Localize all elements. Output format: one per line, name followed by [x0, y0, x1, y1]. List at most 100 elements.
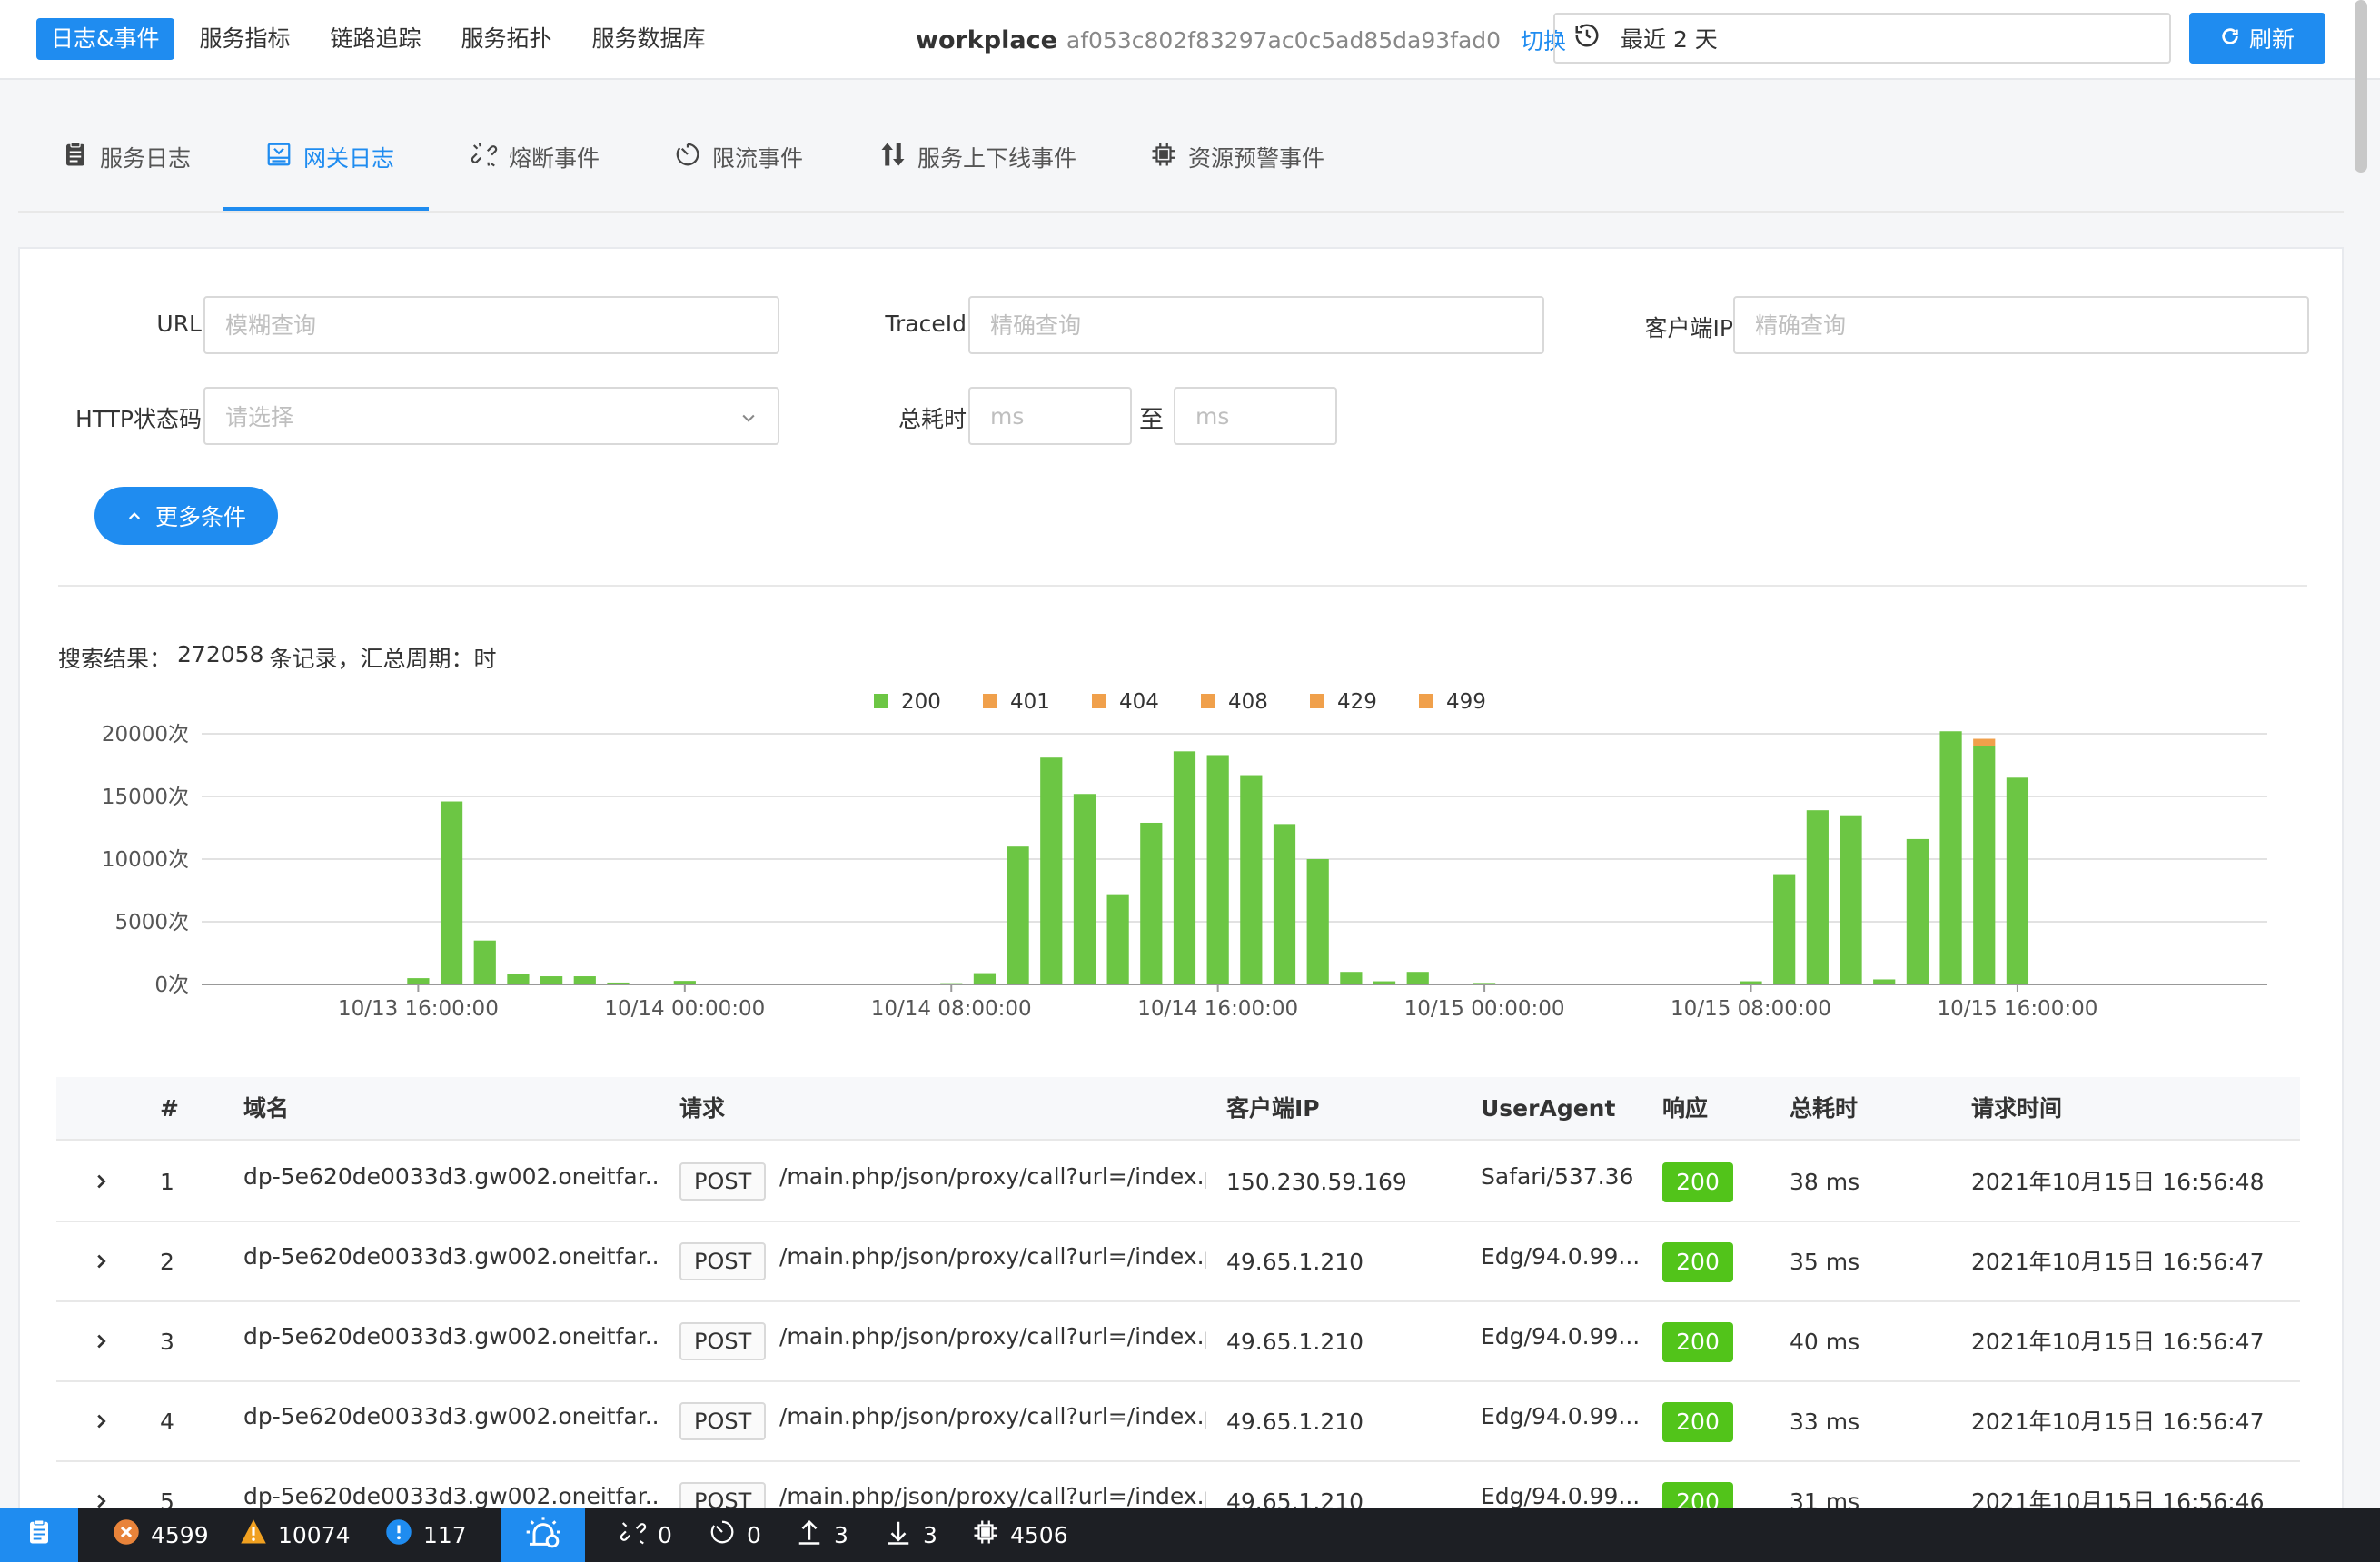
legend-swatch-401: [983, 694, 997, 708]
client-ip-input[interactable]: [1733, 296, 2309, 354]
bar-200: [573, 976, 596, 984]
http-status-placeholder: 请选择: [225, 404, 294, 430]
http-status-select[interactable]: 请选择: [203, 387, 779, 445]
tab-service-online-offline-events-label: 服务上下线事件: [917, 145, 1077, 172]
bar-200: [607, 982, 630, 984]
table-row[interactable]: 3 dp-5e620de0033d3.gw002.oneitfar... POST /…: [56, 1302, 2300, 1382]
status-rate-limits[interactable]: 0: [709, 1508, 761, 1562]
status-infos[interactable]: 117: [385, 1508, 467, 1562]
duration-min-input[interactable]: [968, 387, 1132, 445]
time-range-picker[interactable]: 最近 2 天: [1553, 13, 2171, 64]
row-request-path[interactable]: /main.php/json/proxy/call?url=/index.p..…: [779, 1142, 1206, 1222]
row-request-path[interactable]: /main.php/json/proxy/call?url=/index.p..…: [779, 1222, 1206, 1302]
row-request-time: 2021年10月15日 16:56:47: [1971, 1249, 2265, 1275]
warning-icon: [240, 1518, 267, 1551]
row-status-badge: 200: [1662, 1402, 1733, 1442]
header-response: 响应: [1662, 1095, 1709, 1122]
refresh-button[interactable]: 刷新: [2189, 13, 2325, 64]
row-client-ip: 49.65.1.210: [1226, 1409, 1364, 1435]
bar-200: [1473, 983, 1496, 984]
filter-divider: [58, 585, 2307, 587]
nav-trace[interactable]: 链路追踪: [316, 18, 436, 60]
bar-200: [1906, 838, 1929, 984]
tab-resource-alert-events-label: 资源预警事件: [1188, 145, 1325, 172]
table-row[interactable]: 1 dp-5e620de0033d3.gw002.oneitfar... POST /…: [56, 1142, 2300, 1222]
tab-gateway-logs[interactable]: 网关日志: [265, 102, 394, 213]
bar-200: [507, 974, 530, 984]
bar-200: [1273, 824, 1296, 984]
status-resource-alerts[interactable]: 4506: [972, 1508, 1068, 1562]
refresh-label: 刷新: [2248, 26, 2295, 53]
tab-gateway-logs-label: 网关日志: [303, 145, 395, 172]
bar-200: [1340, 972, 1363, 984]
status-service-online[interactable]: 3: [796, 1508, 848, 1562]
x-tick-label: 10/15 08:00:00: [1671, 997, 1831, 1021]
url-label: URL: [156, 311, 202, 337]
row-domain: dp-5e620de0033d3.gw002.oneitfar...: [243, 1163, 661, 1190]
chevron-up-icon: [126, 503, 143, 529]
row-status-badge: 200: [1662, 1242, 1733, 1282]
x-tick-label: 10/15 16:00:00: [1937, 997, 2097, 1021]
traceid-input[interactable]: [968, 296, 1544, 354]
expand-row-icon[interactable]: [91, 1331, 111, 1351]
status-circuit-breaks[interactable]: 0: [620, 1508, 672, 1562]
tab-service-logs[interactable]: 服务日志: [62, 102, 191, 213]
tab-service-logs-label: 服务日志: [100, 145, 192, 172]
tab-circuit-break-events[interactable]: 熔断事件: [471, 102, 600, 213]
row-method-tag: POST: [679, 1402, 767, 1440]
header-index: #: [160, 1095, 179, 1122]
bar-200: [973, 973, 997, 984]
http-status-label: HTTP状态码: [75, 406, 202, 432]
tab-service-online-offline-events[interactable]: 服务上下线事件: [879, 102, 1076, 213]
row-domain: dp-5e620de0033d3.gw002.oneitfar...: [243, 1323, 661, 1349]
up-down-arrows-icon: [879, 141, 907, 173]
expand-row-icon[interactable]: [91, 1411, 111, 1431]
nav-topology[interactable]: 服务拓扑: [447, 18, 567, 60]
duration-max-input[interactable]: [1174, 387, 1337, 445]
expand-row-icon[interactable]: [91, 1172, 111, 1191]
row-index: 4: [160, 1409, 174, 1435]
nav-service-database[interactable]: 服务数据库: [578, 18, 720, 60]
alarm-button[interactable]: [501, 1508, 585, 1562]
row-status-badge: 200: [1662, 1162, 1733, 1202]
table-row[interactable]: 4 dp-5e620de0033d3.gw002.oneitfar... POST /…: [56, 1382, 2300, 1462]
x-tick-label: 10/14 16:00:00: [1137, 997, 1298, 1021]
row-user-agent: Edg/94.0.99...: [1481, 1243, 1641, 1270]
timer-icon: [709, 1518, 736, 1551]
row-duration: 35 ms: [1790, 1249, 1860, 1275]
tab-rate-limit-events[interactable]: 限流事件: [674, 102, 803, 213]
row-duration: 33 ms: [1790, 1409, 1860, 1435]
row-request-path[interactable]: /main.php/json/proxy/call?url=/index.p..…: [779, 1302, 1206, 1382]
url-input[interactable]: [203, 296, 779, 354]
header-duration: 总耗时: [1790, 1095, 1859, 1122]
chip-icon: [972, 1518, 999, 1551]
duration-label: 总耗时: [897, 406, 967, 432]
bar-200: [407, 978, 430, 984]
row-request-time: 2021年10月15日 16:56:47: [1971, 1409, 2265, 1435]
nav-logs-events[interactable]: 日志&事件: [36, 18, 174, 60]
y-tick-label: 20000次: [102, 723, 189, 746]
legend-swatch-499: [1419, 694, 1433, 708]
x-tick-label: 10/14 00:00:00: [604, 997, 765, 1021]
status-warnings[interactable]: 10074: [240, 1508, 351, 1562]
status-service-offline[interactable]: 3: [885, 1508, 937, 1562]
row-request-path[interactable]: /main.php/json/proxy/call?url=/index.p..…: [779, 1382, 1206, 1462]
alarm-light-icon: [525, 1514, 561, 1556]
rate-limit-count: 0: [747, 1521, 761, 1548]
log-tabs: 服务日志 网关日志 熔断事件 限流事件 服务上下线事件 资源预警事件: [18, 102, 2344, 213]
log-panel-toggle[interactable]: [0, 1508, 78, 1562]
table-row[interactable]: 2 dp-5e620de0033d3.gw002.oneitfar... POST /…: [56, 1222, 2300, 1302]
tab-resource-alert-events[interactable]: 资源预警事件: [1150, 102, 1324, 213]
header-request: 请求: [679, 1095, 726, 1122]
page-scrollbar[interactable]: [2355, 0, 2367, 173]
expand-row-icon[interactable]: [91, 1251, 111, 1271]
row-index: 2: [160, 1249, 174, 1275]
bar-200: [1939, 731, 1962, 984]
y-tick-label: 5000次: [114, 911, 189, 934]
status-errors[interactable]: 4599: [113, 1508, 209, 1562]
legend-label-404: 404: [1119, 690, 1159, 714]
history-clock-icon: [1573, 22, 1601, 54]
more-conditions-button[interactable]: 更多条件: [94, 487, 278, 545]
nav-service-metrics[interactable]: 服务指标: [185, 18, 305, 60]
row-client-ip: 49.65.1.210: [1226, 1329, 1364, 1355]
